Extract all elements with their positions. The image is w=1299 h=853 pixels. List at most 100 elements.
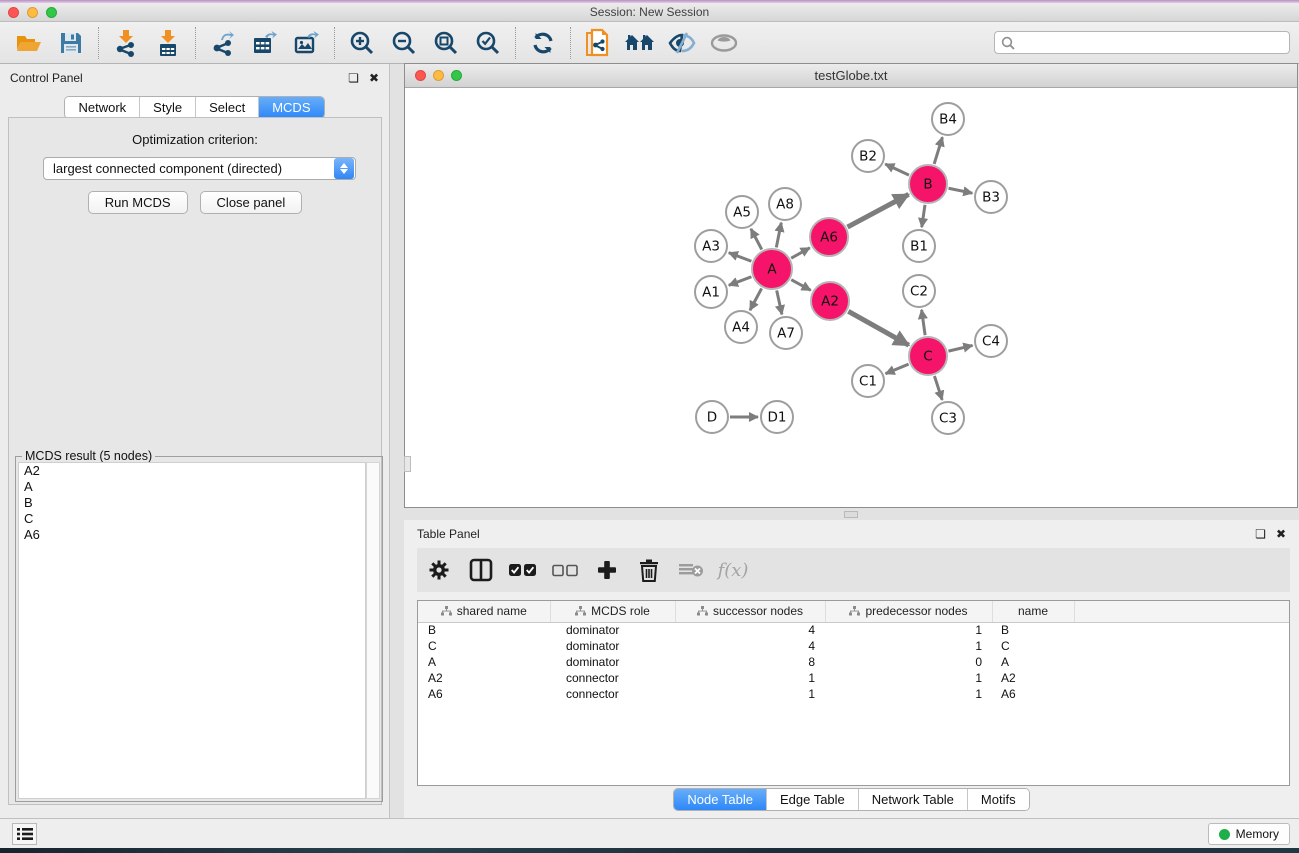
table-cell[interactable]: 8 — [675, 654, 825, 670]
graph-edge-C-C3[interactable] — [934, 376, 942, 400]
zoom-in-button[interactable] — [341, 25, 383, 61]
table-cell[interactable]: dominator — [550, 638, 675, 654]
mcds-result-item[interactable]: A2 — [19, 463, 365, 479]
open-session-button[interactable] — [8, 25, 50, 61]
tab-edge-table[interactable]: Edge Table — [766, 789, 858, 810]
column-header-predecessor-nodes[interactable]: predecessor nodes — [825, 601, 992, 622]
table-cell[interactable]: A6 — [992, 686, 1074, 702]
graph-node-C3[interactable]: C3 — [932, 402, 964, 434]
float-panel-icon[interactable]: ❏ — [348, 71, 359, 85]
close-panel-icon[interactable]: ✖ — [1276, 527, 1286, 541]
graph-node-A3[interactable]: A3 — [695, 230, 727, 262]
horizontal-splitter-handle[interactable] — [844, 511, 858, 518]
table-cell[interactable]: 1 — [675, 670, 825, 686]
graph-node-C4[interactable]: C4 — [975, 325, 1007, 357]
table-cell[interactable]: A6 — [418, 686, 550, 702]
network-minimize-button[interactable] — [433, 70, 444, 81]
graph-node-A2[interactable]: A2 — [811, 282, 849, 320]
table-cell[interactable]: A2 — [992, 670, 1074, 686]
table-row[interactable]: A2connector11A2 — [418, 670, 1289, 686]
mcds-result-item[interactable]: B — [19, 495, 365, 511]
graph-edge-B-B1[interactable] — [922, 205, 925, 227]
table-cell[interactable]: 4 — [675, 622, 825, 638]
tab-network[interactable]: Network — [65, 97, 139, 118]
graph-node-B[interactable]: B — [909, 165, 947, 203]
table-cell[interactable]: 1 — [825, 670, 992, 686]
close-panel-button[interactable]: Close panel — [200, 191, 303, 214]
graph-edge-B-B4[interactable] — [934, 137, 942, 164]
save-session-button[interactable] — [50, 25, 92, 61]
table-row[interactable]: Cdominator41C — [418, 638, 1289, 654]
deselect-all-columns-button[interactable] — [551, 555, 579, 585]
mcds-result-item[interactable]: A — [19, 479, 365, 495]
criterion-dropdown[interactable]: largest connected component (directed) — [43, 157, 356, 180]
show-columns-button[interactable] — [467, 555, 495, 585]
table-cell[interactable]: 1 — [675, 686, 825, 702]
apply-layout-button[interactable] — [522, 25, 564, 61]
graph-node-D[interactable]: D — [696, 401, 728, 433]
zoom-selected-button[interactable] — [467, 25, 509, 61]
memory-button[interactable]: Memory — [1208, 823, 1290, 845]
table-cell[interactable]: A — [418, 654, 550, 670]
column-header-name[interactable]: name — [992, 601, 1074, 622]
table-cell[interactable]: 4 — [675, 638, 825, 654]
export-image-button[interactable] — [286, 25, 328, 61]
tab-motifs[interactable]: Motifs — [967, 789, 1029, 810]
graph-node-B4[interactable]: B4 — [932, 103, 964, 135]
hide-details-button[interactable] — [661, 25, 703, 61]
table-cell[interactable]: 1 — [825, 638, 992, 654]
table-row[interactable]: Bdominator41B — [418, 622, 1289, 638]
tab-select[interactable]: Select — [195, 97, 258, 118]
graph-node-C2[interactable]: C2 — [903, 275, 935, 307]
table-cell[interactable]: 0 — [825, 654, 992, 670]
graph-node-B2[interactable]: B2 — [852, 140, 884, 172]
graph-node-A4[interactable]: A4 — [725, 311, 757, 343]
graph-node-C[interactable]: C — [909, 337, 947, 375]
select-all-columns-button[interactable] — [509, 555, 537, 585]
column-header-MCDS-role[interactable]: MCDS role — [550, 601, 675, 622]
graph-edge-B-B3[interactable] — [949, 188, 973, 193]
table-cell[interactable]: A — [992, 654, 1074, 670]
show-details-button[interactable] — [703, 25, 745, 61]
graph-node-C1[interactable]: C1 — [852, 365, 884, 397]
graph-edge-A-A2[interactable] — [791, 280, 810, 291]
delete-column-button[interactable] — [635, 555, 663, 585]
task-history-button[interactable] — [12, 823, 37, 845]
graph-node-A7[interactable]: A7 — [770, 317, 802, 349]
graph-edge-A-A7[interactable] — [777, 290, 782, 314]
column-header-successor-nodes[interactable]: successor nodes — [675, 601, 825, 622]
mcds-result-item[interactable]: A6 — [19, 527, 365, 543]
run-mcds-button[interactable]: Run MCDS — [88, 191, 188, 214]
minimize-window-button[interactable] — [27, 7, 38, 18]
table-cell[interactable]: connector — [550, 670, 675, 686]
graph-edge-A-A5[interactable] — [751, 229, 762, 250]
graph-node-A8[interactable]: A8 — [769, 188, 801, 220]
close-window-button[interactable] — [8, 7, 19, 18]
table-cell[interactable]: A2 — [418, 670, 550, 686]
table-settings-button[interactable] — [425, 555, 453, 585]
graph-node-A[interactable]: A — [752, 249, 792, 289]
graph-node-B1[interactable]: B1 — [903, 230, 935, 262]
graph-edge-A-A1[interactable] — [729, 277, 752, 286]
zoom-fit-button[interactable] — [425, 25, 467, 61]
graph-edge-B-B2[interactable] — [885, 164, 909, 175]
table-cell[interactable]: B — [992, 622, 1074, 638]
mcds-result-list[interactable]: A2ABCA6 — [18, 462, 366, 799]
graph-edge-A6-B[interactable] — [848, 194, 909, 227]
tab-network-table[interactable]: Network Table — [858, 789, 967, 810]
close-panel-icon[interactable]: ✖ — [369, 71, 379, 85]
export-table-button[interactable] — [244, 25, 286, 61]
float-panel-icon[interactable]: ❏ — [1255, 527, 1266, 541]
table-cell[interactable]: 1 — [825, 622, 992, 638]
graph-node-A1[interactable]: A1 — [695, 276, 727, 308]
graph-edge-A-A8[interactable] — [776, 223, 781, 248]
graph-edge-A-A6[interactable] — [791, 248, 810, 258]
mcds-result-item[interactable]: C — [19, 511, 365, 527]
search-box[interactable] — [994, 31, 1290, 54]
canvas-collapse-handle[interactable] — [404, 456, 411, 472]
graph-edge-C-C4[interactable] — [948, 345, 972, 351]
graph-node-A5[interactable]: A5 — [726, 196, 758, 228]
table-cell[interactable]: B — [418, 622, 550, 638]
import-network-button[interactable] — [105, 25, 147, 61]
delete-table-button[interactable] — [677, 555, 705, 585]
